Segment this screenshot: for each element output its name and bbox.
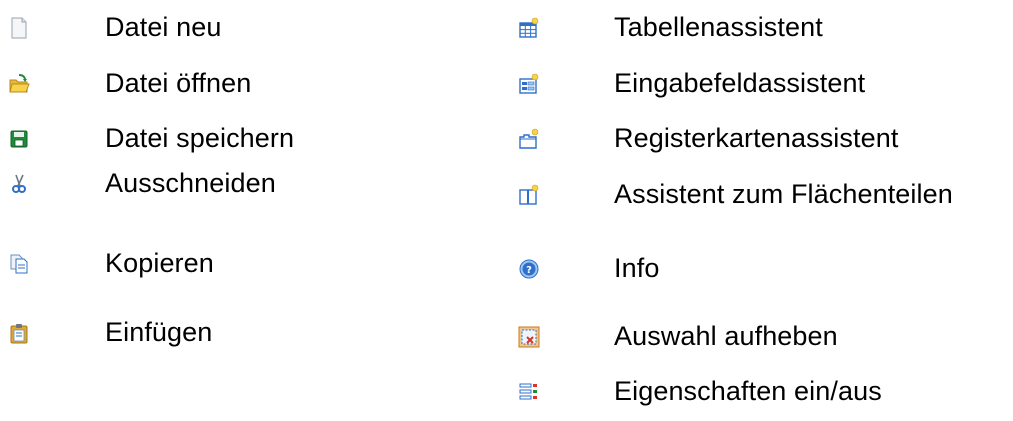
scissors-cut-icon <box>8 173 30 195</box>
info-help-icon: ? <box>518 258 540 280</box>
legend-label: Eingabefeldassistent <box>614 68 866 98</box>
legend-label: Auswahl aufheben <box>614 321 838 351</box>
legend-label: Kopieren <box>105 248 214 278</box>
new-file-icon <box>8 17 30 39</box>
legend-label: Eigenschaften ein/aus <box>614 376 882 406</box>
legend-label: Info <box>614 253 660 283</box>
legend-label: Registerkartenassistent <box>614 123 899 153</box>
svg-text:?: ? <box>526 265 532 276</box>
save-disk-icon <box>8 128 30 150</box>
legend-label: Tabellenassistent <box>614 12 823 42</box>
legend-label: Ausschneiden <box>105 168 276 198</box>
properties-toggle-icon <box>518 381 540 403</box>
legend-label: Datei neu <box>105 12 222 42</box>
tab-wizard-icon <box>518 128 540 150</box>
deselect-icon <box>518 326 540 348</box>
copy-icon <box>8 253 30 275</box>
input-field-wizard-icon <box>518 73 540 95</box>
legend-label: Einfügen <box>105 317 213 347</box>
legend-label: Assistent zum Flächenteilen <box>614 179 953 209</box>
table-wizard-icon <box>518 17 540 39</box>
open-folder-icon <box>8 73 30 95</box>
paste-clipboard-icon <box>8 322 30 344</box>
split-area-wizard-icon <box>518 184 540 206</box>
legend-label: Datei öffnen <box>105 68 252 98</box>
legend-label: Datei speichern <box>105 123 295 153</box>
toolbar-icon-legend: Datei neu Datei öffnen Datei speichern A… <box>0 0 1013 410</box>
